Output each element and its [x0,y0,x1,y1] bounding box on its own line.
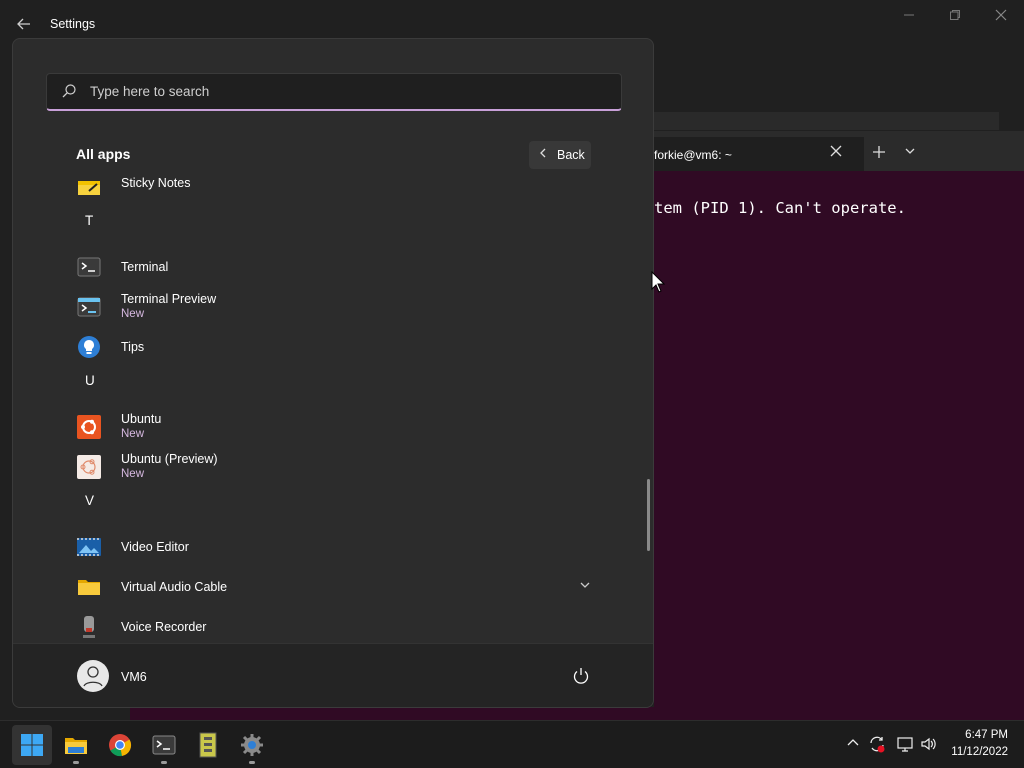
list-item-sticky-notes[interactable]: Sticky Notes [13,171,633,207]
section-letter-t[interactable]: T [85,213,93,228]
chevron-left-icon [539,147,547,162]
window-title: Settings [50,17,96,31]
ubuntu-icon [77,415,101,439]
all-apps-heading: All apps [76,146,131,162]
back-arrow-icon[interactable] [14,14,34,34]
app-name: Terminal [121,260,169,274]
list-item-voice-recorder[interactable]: Voice Recorder [13,607,633,643]
volume-icon[interactable] [920,735,938,753]
app-name: Virtual Audio Cable [121,580,228,594]
archive-button[interactable] [188,725,228,765]
file-explorer-icon [65,738,87,754]
app-name: Sticky Notes [121,176,191,190]
voice-recorder-icon [77,615,101,639]
minimize-icon[interactable] [886,6,932,28]
start-button[interactable] [12,725,52,765]
terminal-tabbar: forkie@vm6: ~ [654,131,1024,171]
chrome-button[interactable] [100,725,140,765]
terminal-body-edge [130,707,654,720]
terminal-tab[interactable]: forkie@vm6: ~ [654,137,864,171]
list-item-terminal[interactable]: Terminal [13,247,633,287]
running-indicator [161,761,167,764]
chevron-up-icon[interactable] [844,735,862,753]
app-name: Ubuntu [121,412,162,426]
clock-time[interactable]: 6:47 PM [965,729,1008,741]
terminal-titlebar-strip [654,112,999,130]
mouse-cursor-icon [651,270,666,293]
chrome-icon [109,734,132,757]
power-icon[interactable] [571,666,591,686]
running-indicator [73,761,79,764]
archive-icon [199,732,217,758]
section-letter-v[interactable]: V [85,493,94,508]
terminal-taskbar-button[interactable] [144,725,184,765]
desktop: Settings forkie@vm6: ~ tem (PID 1). Can'… [0,0,1024,720]
app-new-badge: New [121,308,145,320]
video-editor-icon [77,535,101,559]
settings-icon [241,734,263,756]
list-item-ubuntu-preview[interactable]: Ubuntu (Preview) New [13,447,633,487]
network-icon[interactable] [896,735,914,753]
search-placeholder: Type here to search [90,84,210,99]
list-item-terminal-preview[interactable]: Terminal Preview New [13,287,633,327]
taskbar: 6:47 PM 11/12/2022 [0,720,1024,768]
scrollbar[interactable] [647,479,650,551]
folder-icon [77,575,101,599]
restore-icon[interactable] [932,6,978,28]
settings-button[interactable] [232,725,272,765]
list-item-tips[interactable]: Tips [13,327,633,367]
section-letter-u[interactable]: U [85,373,95,388]
app-name: Video Editor [121,540,189,554]
tips-icon [77,335,101,359]
app-name: Ubuntu (Preview) [121,452,218,466]
back-button[interactable]: Back [529,141,591,169]
chevron-down-icon[interactable] [904,146,916,159]
apps-list: Sticky Notes T Terminal Terminal Preview… [13,171,653,643]
new-tab-icon[interactable] [872,145,886,164]
list-item-ubuntu[interactable]: Ubuntu New [13,407,633,447]
tab-close-icon[interactable] [830,144,842,161]
start-icon [21,734,43,756]
user-avatar-icon[interactable] [77,660,109,692]
back-button-label: Back [557,148,585,162]
ubuntu-preview-icon [77,455,101,479]
user-name[interactable]: VM6 [121,670,147,684]
terminal-output: tem (PID 1). Can't operate. [654,199,906,217]
running-indicator [249,761,255,764]
file-explorer-button[interactable] [56,725,96,765]
start-footer: VM6 [13,643,653,707]
app-name: Terminal Preview [121,292,217,306]
start-menu: Type here to search All apps Back Sticky… [12,38,654,708]
sticky-notes-icon [77,175,101,199]
list-item-video-editor[interactable]: Video Editor [13,527,633,567]
app-name: Voice Recorder [121,620,207,634]
terminal-tab-title: forkie@vm6: ~ [654,148,732,162]
terminal-preview-icon [77,295,101,319]
terminal-icon [77,255,101,279]
terminal-body[interactable]: tem (PID 1). Can't operate. [654,171,1024,720]
terminal-icon [152,735,176,755]
sync-alert-icon[interactable] [868,735,886,753]
list-item-virtual-audio-cable[interactable]: Virtual Audio Cable [13,567,633,607]
clock-date[interactable]: 11/12/2022 [951,746,1008,758]
search-input[interactable]: Type here to search [46,73,622,111]
app-new-badge: New [121,468,145,480]
app-name: Tips [121,340,145,354]
app-new-badge: New [121,428,145,440]
chevron-down-icon[interactable] [579,579,591,593]
search-icon [61,83,77,99]
close-icon[interactable] [978,6,1024,28]
